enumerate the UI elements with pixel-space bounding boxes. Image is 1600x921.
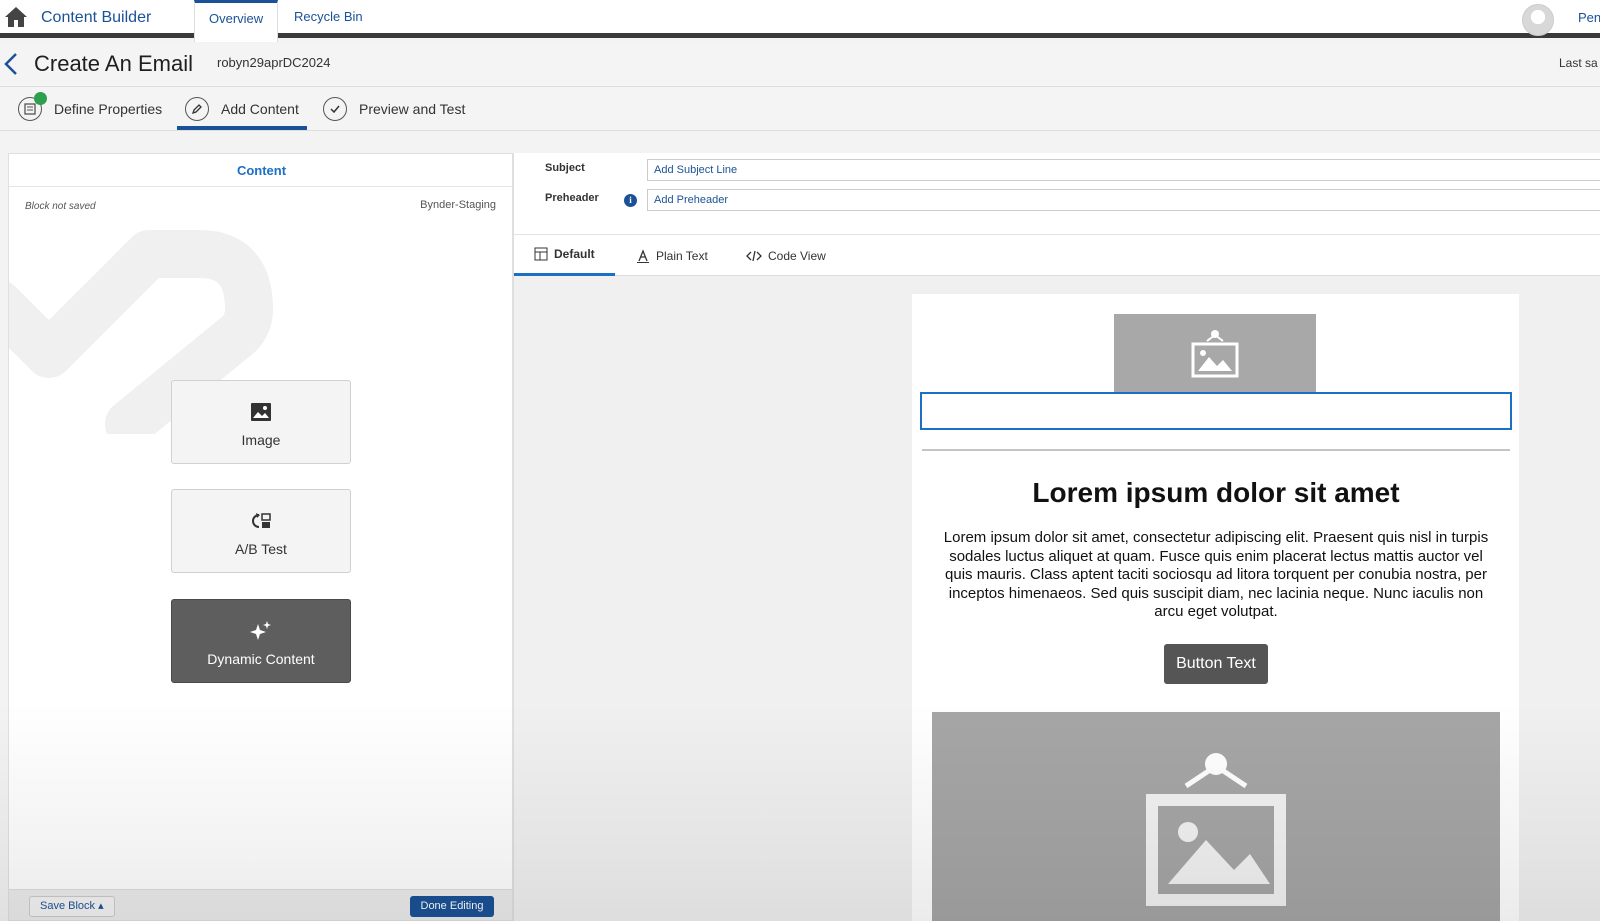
properties-icon [18,92,47,121]
layout-icon [534,247,548,261]
email-canvas: Lorem ipsum dolor sit amet Lorem ipsum d… [912,294,1519,921]
step-label: Preview and Test [359,101,466,117]
user-name[interactable]: Pen [1578,10,1600,25]
block-status: Block not saved [25,201,96,212]
home-icon[interactable] [4,6,28,28]
block-image[interactable]: Image [171,380,351,464]
body-image-placeholder[interactable] [932,712,1500,921]
content-panel: Content Block not saved Bynder-Staging I… [8,153,513,921]
page-title: Create An Email [34,51,193,76]
preheader-input[interactable]: Add Preheader [647,189,1600,211]
email-body-text[interactable]: Lorem ipsum dolor sit amet, consectetur … [940,529,1492,622]
email-fields: Subject Add Subject Line Preheader i Add… [514,153,1600,235]
subject-input[interactable]: Add Subject Line [647,159,1600,181]
email-cta-button[interactable]: Button Text [1164,644,1268,684]
tab-label: Code View [768,248,826,263]
preheader-label: Preheader [545,192,599,204]
step-define-properties[interactable]: Define Properties [18,87,162,131]
block-source: Bynder-Staging [420,199,496,211]
back-chevron-icon[interactable] [2,50,20,78]
tab-label: Plain Text [656,248,708,263]
image-placeholder-icon [1146,753,1286,906]
tab-plain-text[interactable]: Plain Text [616,235,728,276]
ab-test-icon [252,513,271,528]
block-label: Dynamic Content [207,651,315,667]
tab-recycle-bin[interactable]: Recycle Bin [280,0,377,38]
step-bar: Define Properties Add Content Preview an… [0,87,1600,131]
complete-check-icon [34,92,47,105]
step-label: Define Properties [54,101,163,117]
content-tab[interactable]: Content [9,154,512,187]
last-saved-text: Last sa [1559,56,1598,70]
block-ab-test[interactable]: A/B Test [171,489,351,573]
selected-empty-block[interactable] [920,392,1512,430]
block-label: Image [241,432,281,448]
tab-label: Default [554,247,595,261]
image-placeholder-icon [1191,330,1239,378]
title-bar: Create An Email robyn29aprDC2024 Last sa [0,43,1600,87]
image-icon [251,403,271,421]
info-icon[interactable]: i [624,194,637,207]
email-heading[interactable]: Lorem ipsum dolor sit amet [922,477,1510,509]
header-image-placeholder[interactable] [1114,314,1316,392]
email-name: robyn29aprDC2024 [217,55,331,70]
tab-code-view[interactable]: Code View [726,235,846,276]
sparkle-icon [250,621,271,640]
text-icon [637,248,649,263]
divider [922,449,1510,451]
app-name[interactable]: Content Builder [41,9,151,27]
step-add-content[interactable]: Add Content [177,87,307,131]
block-dynamic-content[interactable]: Dynamic Content [171,599,351,683]
subject-label: Subject [545,162,585,174]
avatar[interactable] [1522,4,1554,36]
code-icon [746,250,762,261]
step-label: Add Content [221,101,299,117]
editor-panel: Subject Add Subject Line Preheader i Add… [513,153,1600,921]
tab-default[interactable]: Default [514,235,615,276]
step-preview-and-test[interactable]: Preview and Test [323,87,465,131]
done-editing-button[interactable]: Done Editing [410,896,494,917]
pencil-icon [185,97,209,121]
top-navigation: Content Builder Overview Recycle Bin Pen [0,0,1600,42]
block-label: A/B Test [235,541,287,557]
view-tabs: Default Plain Text Code View [514,235,1600,276]
panel-footer: Save Block ▴ Done Editing [9,889,512,920]
tab-overview[interactable]: Overview [194,0,279,42]
save-block-button[interactable]: Save Block ▴ [29,896,115,917]
check-icon [323,97,347,121]
